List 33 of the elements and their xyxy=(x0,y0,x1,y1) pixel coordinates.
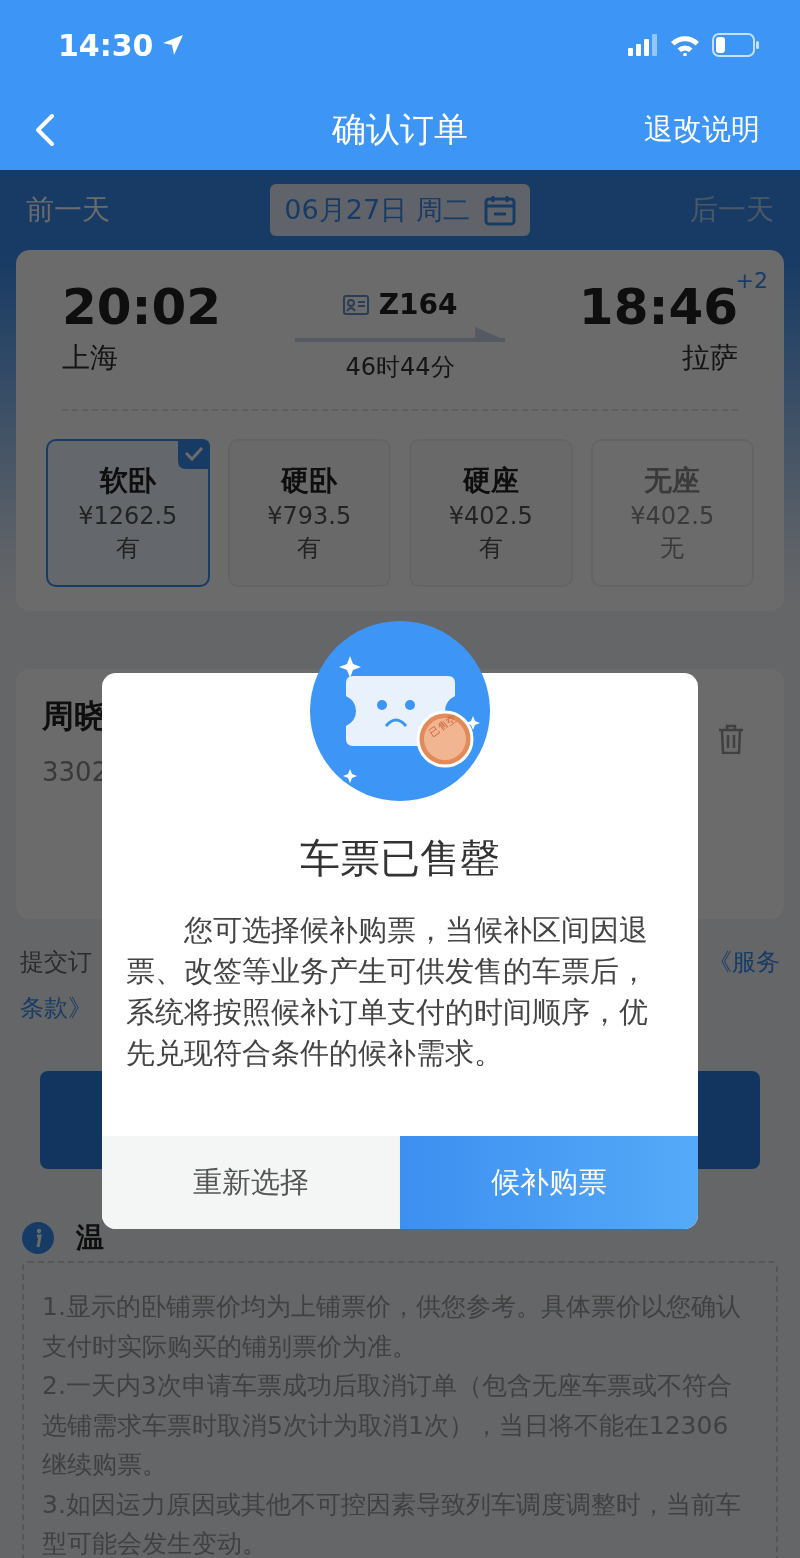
signal-icon xyxy=(628,34,658,56)
dialog-button[interactable]: 候补购票 xyxy=(400,1136,698,1229)
departure-time: 20:02 xyxy=(62,280,222,335)
agreement-text: 提交订 xyxy=(20,947,92,978)
location-arrow-icon xyxy=(161,34,184,56)
service-terms-link[interactable]: 《服务 xyxy=(708,939,780,985)
notice-title: 温 xyxy=(76,1220,104,1256)
seat-option[interactable]: 软卧 ¥1262.5 有 xyxy=(46,439,210,587)
dialog-button[interactable]: 重新选择 xyxy=(102,1136,400,1229)
date-picker[interactable]: 06月27日 周二 xyxy=(270,184,530,236)
service-terms-link[interactable]: 条款》 xyxy=(20,994,92,1022)
id-card-icon xyxy=(342,294,369,315)
previous-day-link[interactable]: 前一天 xyxy=(26,191,110,229)
info-icon xyxy=(22,1222,54,1254)
dialog-title: 车票已售罄 xyxy=(299,834,501,883)
arrival-time: 18:46 xyxy=(578,280,738,335)
status-time: 14:30 xyxy=(58,27,154,63)
arrival-station: 拉萨 xyxy=(682,340,738,376)
page-title: 确认订单 xyxy=(332,109,468,149)
dialog-message: 您可选择候补购票，当候补区间因退票、改签等业务产生可供发售的车票后，系统将按照候补订单支付的时间顺序，优先兑现符合条件的候补需求。 xyxy=(126,912,649,1072)
travel-duration: 46时44分 xyxy=(345,352,455,383)
stamp-label: 已售空 xyxy=(426,711,460,741)
wifi-icon xyxy=(670,34,700,56)
seat-option[interactable]: 硬卧 ¥793.5 有 xyxy=(227,439,391,587)
train-number: Z164 xyxy=(378,288,458,321)
check-icon xyxy=(177,439,210,469)
battery-icon xyxy=(712,33,760,57)
seat-option[interactable]: 硬座 ¥402.5 有 xyxy=(409,439,573,587)
refund-rules-link[interactable]: 退改说明 xyxy=(644,110,760,150)
calendar-icon xyxy=(483,194,516,226)
trash-icon[interactable] xyxy=(718,724,744,754)
departure-station: 上海 xyxy=(62,340,119,376)
day-offset: +2 xyxy=(735,268,768,293)
